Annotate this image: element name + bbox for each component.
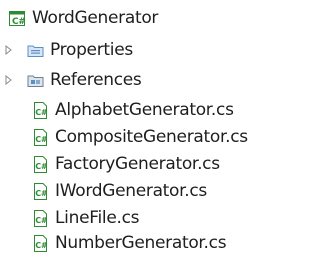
tree-item-references[interactable]: References xyxy=(5,66,142,94)
csharp-file-icon: C# xyxy=(32,155,49,173)
file-item-compositegenerator[interactable]: C# CompositeGenerator.cs xyxy=(32,123,248,151)
references-folder-icon xyxy=(27,72,44,89)
file-item-iwordgenerator[interactable]: C# IWordGenerator.cs xyxy=(32,177,207,205)
csharp-file-icon: C# xyxy=(32,128,49,146)
svg-text:C#: C# xyxy=(35,135,48,144)
project-label: WordGenerator xyxy=(32,8,159,28)
csharp-file-icon: C# xyxy=(32,234,49,252)
tree-item-properties[interactable]: Properties xyxy=(5,36,133,64)
svg-text:C#: C# xyxy=(35,189,48,198)
expand-chevron-icon[interactable] xyxy=(5,66,15,94)
file-label: LineFile.cs xyxy=(55,208,140,228)
csharp-file-icon: C# xyxy=(32,209,49,227)
expand-chevron-icon[interactable] xyxy=(5,36,15,64)
solution-explorer-tree: C# WordGenerator Properties References C… xyxy=(0,0,258,255)
file-label: AlphabetGenerator.cs xyxy=(55,100,234,120)
svg-text:C#: C# xyxy=(35,108,48,117)
project-node-wordgenerator[interactable]: C# WordGenerator xyxy=(9,4,158,32)
file-label: IWordGenerator.cs xyxy=(55,181,207,201)
file-item-factorygenerator[interactable]: C# FactoryGenerator.cs xyxy=(32,150,220,178)
file-item-numbergenerator[interactable]: C# NumberGenerator.cs xyxy=(32,229,227,255)
file-label: FactoryGenerator.cs xyxy=(55,154,220,174)
file-item-alphabetgenerator[interactable]: C# AlphabetGenerator.cs xyxy=(32,96,234,124)
file-label: CompositeGenerator.cs xyxy=(55,127,248,147)
csharp-file-icon: C# xyxy=(32,101,49,119)
tree-item-label: Properties xyxy=(50,40,133,60)
properties-folder-icon xyxy=(27,42,44,59)
csharp-project-icon: C# xyxy=(9,10,26,27)
svg-text:C#: C# xyxy=(35,162,48,171)
tree-item-label: References xyxy=(50,70,142,90)
svg-text:C#: C# xyxy=(35,241,48,250)
svg-text:C#: C# xyxy=(12,17,26,27)
file-label: NumberGenerator.cs xyxy=(55,233,227,253)
csharp-file-icon: C# xyxy=(32,182,49,200)
file-item-linefile[interactable]: C# LineFile.cs xyxy=(32,204,139,232)
svg-text:C#: C# xyxy=(35,216,48,225)
